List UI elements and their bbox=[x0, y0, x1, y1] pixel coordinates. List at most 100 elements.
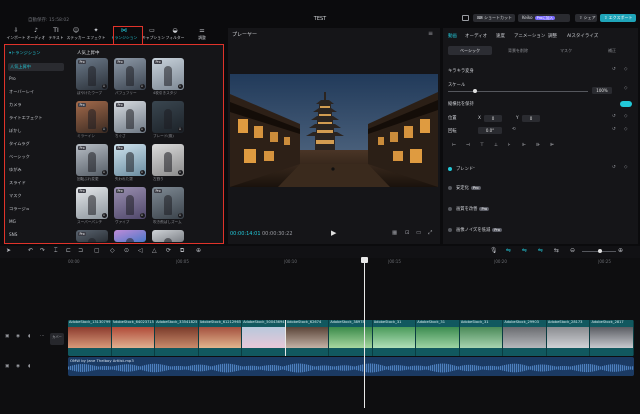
play-icon[interactable]: ▶ bbox=[331, 229, 336, 237]
rotate-keyframe-icon[interactable]: ◇ bbox=[624, 127, 627, 132]
transition-thumbnail[interactable]: Pro bbox=[76, 230, 108, 242]
screen-icon[interactable]: ▭ bbox=[416, 230, 421, 236]
account-button[interactable]: Keiko Proに加入 bbox=[518, 14, 570, 22]
undo-icon[interactable]: ↶ bbox=[28, 247, 33, 254]
transition-thumbnail[interactable]: Pro ⇓ bbox=[114, 101, 146, 133]
enhance-checkbox[interactable] bbox=[448, 207, 452, 211]
category-item[interactable]: ライトエフェクト bbox=[9, 115, 43, 121]
tab-text[interactable]: TI テキスト bbox=[46, 27, 66, 43]
category-item[interactable]: スライド bbox=[9, 180, 26, 186]
inspector-tab[interactable]: AIスタイライズ bbox=[567, 33, 598, 39]
align-icon[interactable]: ⊦ bbox=[508, 143, 510, 148]
zoom-slider-knob[interactable] bbox=[598, 249, 602, 253]
tab-audio[interactable]: ♪ オーディオ bbox=[26, 27, 46, 43]
triangle-icon[interactable]: △ bbox=[152, 247, 157, 254]
audio-lock-icon[interactable]: ▣ bbox=[5, 364, 9, 369]
category-item[interactable]: ぼかし bbox=[9, 128, 22, 134]
download-icon[interactable]: ⇓ bbox=[101, 83, 107, 89]
category-item[interactable]: ゆがみ bbox=[9, 167, 22, 173]
category-item[interactable]: カメラ bbox=[9, 102, 22, 108]
category-item[interactable]: MG bbox=[9, 219, 16, 224]
video-clip[interactable]: AdobeStock_38978 bbox=[329, 320, 373, 356]
shield-icon[interactable]: ◇ bbox=[110, 247, 115, 254]
tab-sticker[interactable]: ☺ ステッカー bbox=[66, 27, 86, 43]
monitor-icon[interactable] bbox=[462, 15, 469, 21]
align-icon[interactable]: ⊪ bbox=[536, 143, 540, 148]
preview-icon[interactable]: ⇆ bbox=[554, 247, 559, 254]
denoise-checkbox[interactable] bbox=[448, 228, 452, 232]
blend-keyframe-icon[interactable]: ◇ bbox=[624, 165, 627, 170]
video-clip[interactable]: AdobeStock_2817 bbox=[590, 320, 634, 356]
cover-button[interactable]: カバー bbox=[50, 333, 64, 345]
position-x-input[interactable]: 0 bbox=[484, 115, 502, 122]
category-header[interactable]: ▾トランジション bbox=[9, 50, 40, 56]
transition-thumbnail[interactable] bbox=[152, 230, 184, 242]
playhead[interactable] bbox=[364, 258, 365, 408]
tab-import[interactable]: ⇩ インポート bbox=[6, 27, 26, 43]
align-icon[interactable]: ⊥ bbox=[494, 143, 498, 148]
rotate-icon[interactable]: ⟳ bbox=[166, 247, 171, 254]
video-clip[interactable]: AdobeStock_31 bbox=[372, 320, 417, 356]
fullscreen-icon[interactable]: ⤢ bbox=[428, 230, 432, 237]
video-clip[interactable]: AdobeStock_33541825 bbox=[155, 320, 199, 356]
rotate-dial-icon[interactable]: ⟲ bbox=[512, 127, 516, 132]
inspector-subtab[interactable]: ベーシック bbox=[448, 46, 492, 55]
ai-icon[interactable]: ⊕ bbox=[196, 247, 201, 254]
tab-effect[interactable]: ✦ エフェクト bbox=[86, 27, 106, 43]
transition-thumbnail[interactable]: Pro ⇓ bbox=[114, 58, 146, 90]
inspector-subtab[interactable]: 補正 bbox=[590, 46, 634, 55]
download-icon[interactable]: ⇓ bbox=[177, 126, 183, 132]
category-item[interactable]: マスク bbox=[9, 193, 22, 199]
video-clip[interactable]: AdobeStock_31 bbox=[416, 320, 460, 356]
crop-icon[interactable]: ⧉ bbox=[180, 247, 184, 255]
scale-slider-knob[interactable] bbox=[473, 89, 477, 93]
eye-icon[interactable]: ◉ bbox=[16, 334, 20, 339]
download-icon[interactable]: ⇓ bbox=[139, 212, 145, 218]
stabilize-expand-icon[interactable]: ⌄ bbox=[472, 184, 476, 189]
zoom-in-icon[interactable]: ⊕ bbox=[618, 247, 623, 254]
playhead-handle[interactable] bbox=[361, 257, 368, 263]
blend-reset-icon[interactable]: ↺ bbox=[612, 165, 616, 170]
inspector-tab[interactable]: 速度 bbox=[496, 33, 505, 39]
share-button[interactable]: ⇪ シェア bbox=[575, 14, 597, 22]
category-item[interactable]: SNS bbox=[9, 232, 17, 237]
category-item[interactable]: 人気上昇中 bbox=[8, 63, 64, 71]
category-item[interactable]: タイムラグ bbox=[9, 141, 30, 147]
video-preview[interactable] bbox=[230, 74, 438, 187]
video-clip[interactable]: AdobeStock_62674 bbox=[284, 320, 331, 356]
tab-filter[interactable]: ◒ フィルター bbox=[165, 27, 185, 43]
transition-thumbnail[interactable]: Pro ⇓ bbox=[76, 58, 108, 90]
category-item[interactable]: Pro bbox=[9, 76, 16, 81]
keyframe-icon[interactable]: ◇ bbox=[624, 67, 627, 72]
align-icon[interactable]: ⊢ bbox=[452, 143, 456, 148]
align-icon[interactable]: ⊤ bbox=[480, 143, 484, 148]
rotate-input[interactable]: 0.0° bbox=[478, 127, 502, 134]
transform-section-title[interactable]: キラキラ変身 bbox=[448, 68, 474, 74]
delete-icon[interactable]: ▢ bbox=[94, 247, 100, 254]
video-clip[interactable]: AdobeStock_64023715 bbox=[111, 320, 156, 356]
video-clip[interactable]: AdobeStock_50043694 bbox=[242, 320, 286, 356]
download-icon[interactable]: ⇓ bbox=[177, 212, 183, 218]
pro-join-badge[interactable]: Proに加入 bbox=[534, 16, 556, 20]
video-clip[interactable]: AdobeStock_13130799 bbox=[68, 320, 112, 356]
video-clip[interactable]: AdobeStock_31 bbox=[459, 320, 504, 356]
align-icon[interactable]: ⊣ bbox=[466, 143, 470, 148]
video-clip[interactable]: AdobeStock_29903 bbox=[503, 320, 547, 356]
mirror-icon[interactable]: ◁ bbox=[138, 247, 143, 254]
video-track[interactable]: AdobeStock_13130799 AdobeStock_64023715 Ad… bbox=[68, 320, 634, 356]
snap-icon[interactable]: ⇋ bbox=[538, 247, 543, 254]
zoom-out-icon[interactable]: ⊖ bbox=[570, 247, 575, 254]
inspector-tab[interactable]: アニメーション bbox=[514, 33, 545, 39]
inspector-tab[interactable]: オーディオ bbox=[465, 33, 487, 39]
reset-icon[interactable]: ↺ bbox=[612, 67, 616, 72]
download-icon[interactable]: ⇓ bbox=[101, 126, 107, 132]
aspect-ratio-icon[interactable]: ⊡ bbox=[405, 230, 410, 236]
transition-thumbnail[interactable]: Pro ⇓ bbox=[152, 187, 184, 219]
aspect-lock-toggle[interactable] bbox=[620, 101, 632, 107]
video-clip[interactable]: AdobeStock_28173 bbox=[546, 320, 591, 356]
tab-caption[interactable]: ▭ キャプション bbox=[142, 27, 165, 43]
redo-icon[interactable]: ↷ bbox=[40, 247, 45, 254]
split-right-icon[interactable]: ⊐ bbox=[78, 247, 83, 254]
freeze-icon[interactable]: ⊙ bbox=[124, 247, 129, 254]
download-icon[interactable]: ⇓ bbox=[139, 126, 145, 132]
